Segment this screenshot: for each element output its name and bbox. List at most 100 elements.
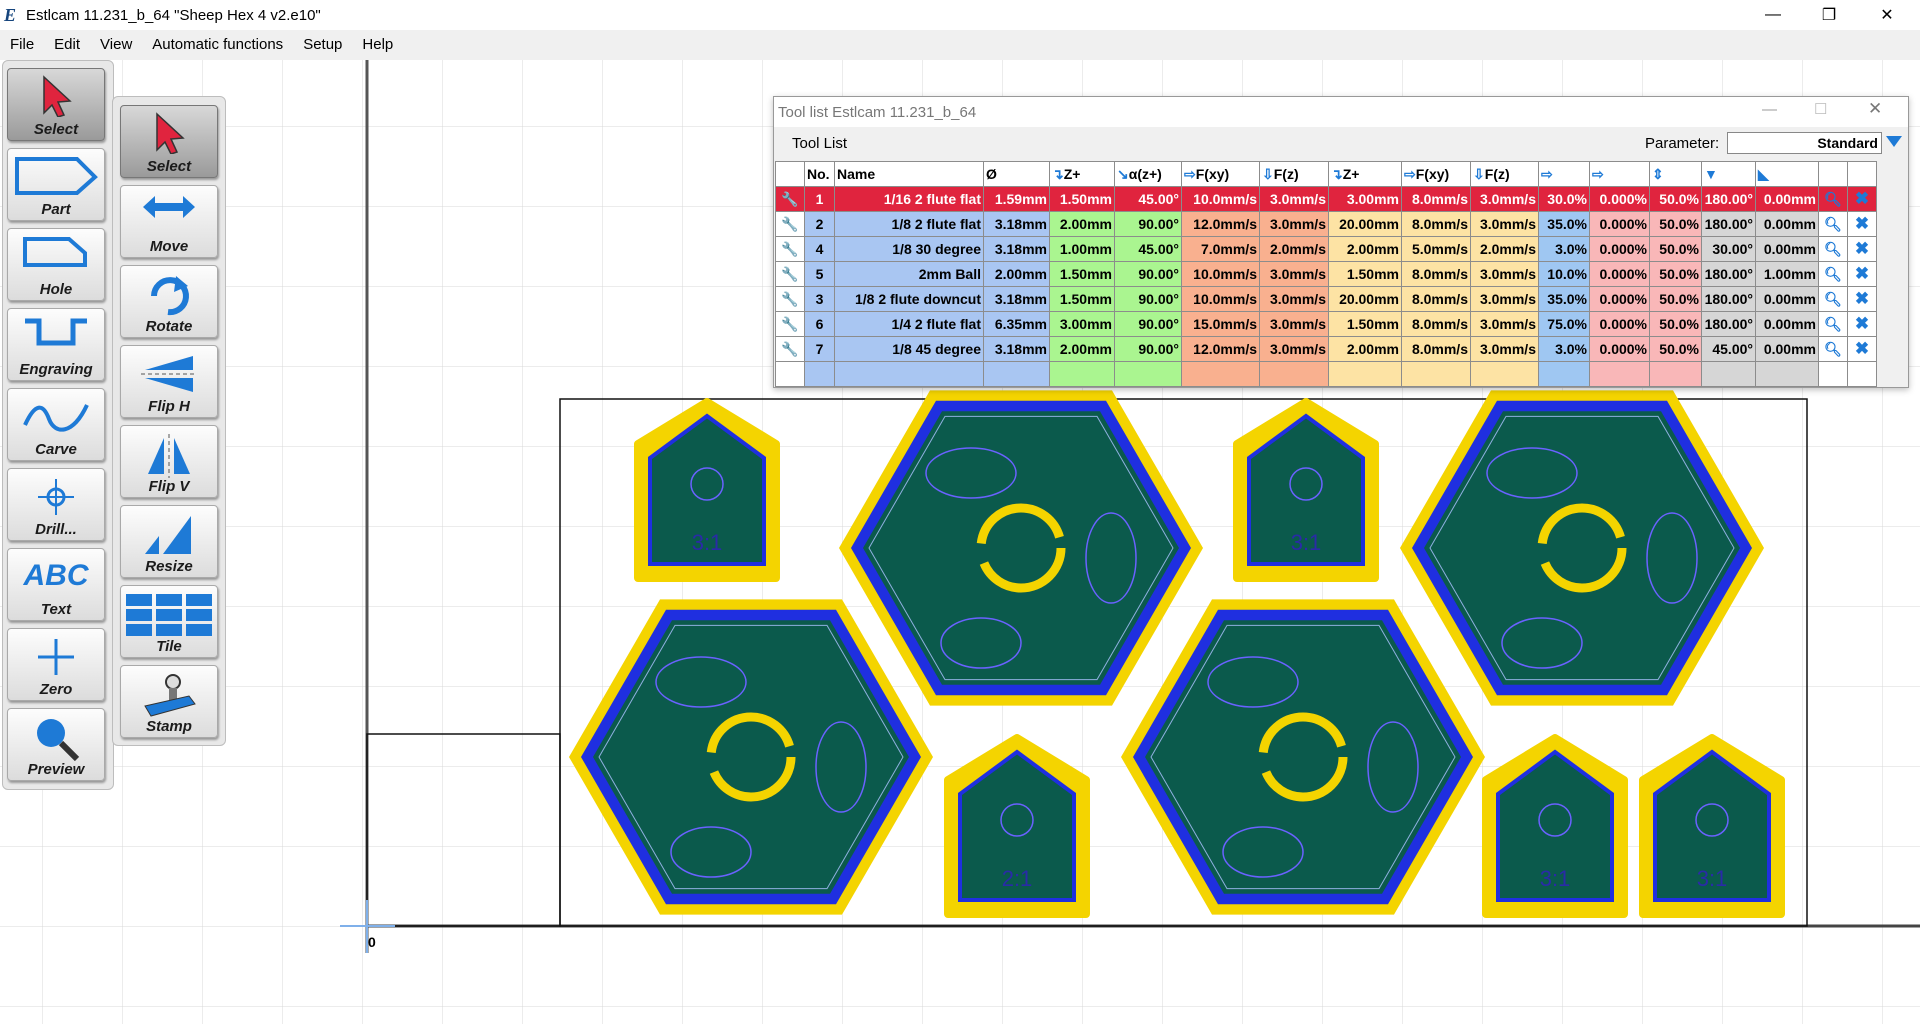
flip-h-tool-button[interactable]: Flip H: [120, 345, 218, 418]
column-header-3[interactable]: Ø: [983, 161, 1050, 187]
cell-p2[interactable]: [1589, 361, 1650, 387]
cell-p2[interactable]: 0.000%: [1589, 236, 1650, 262]
text-tool-button[interactable]: ABC Text: [7, 548, 105, 621]
cell-fz[interactable]: [1259, 361, 1329, 387]
cell-a[interactable]: 90.00°: [1114, 336, 1182, 362]
search-tool-icon[interactable]: 🔍︎: [1818, 286, 1848, 312]
parameter-dropdown-icon[interactable]: [1886, 136, 1902, 147]
cell-fz[interactable]: 2.0mm/s: [1259, 236, 1329, 262]
wrench-icon[interactable]: 🔧: [775, 236, 805, 262]
close-button[interactable]: ✕: [1858, 0, 1916, 30]
cell-no[interactable]: 4: [804, 236, 835, 262]
cell-off[interactable]: [1755, 361, 1819, 387]
cell-fz[interactable]: 3.0mm/s: [1259, 211, 1329, 237]
cell-fxy[interactable]: 7.0mm/s: [1181, 236, 1260, 262]
tool-table[interactable]: No. Name Ø ↴Z+ ↘α(z+) ⇨F(xy) ⇩F(z) ↴Z+ ⇨F(xy) ⇩F(…: [775, 161, 1877, 387]
cell-fz2[interactable]: 3.0mm/s: [1470, 211, 1539, 237]
cell-p3[interactable]: 50.0%: [1649, 311, 1702, 337]
column-header-14[interactable]: ▼: [1701, 161, 1756, 187]
cell-a[interactable]: 90.00°: [1114, 286, 1182, 312]
column-header-1[interactable]: No.: [804, 161, 835, 187]
cell-z2[interactable]: 1.50mm: [1328, 261, 1402, 287]
wrench-icon[interactable]: 🔧: [775, 261, 805, 287]
cell-p1[interactable]: 3.0%: [1538, 236, 1590, 262]
house-token[interactable]: 3:1: [1482, 734, 1628, 918]
column-header-11[interactable]: ⇨: [1538, 161, 1590, 187]
cell-p2[interactable]: 0.000%: [1589, 211, 1650, 237]
tool-row[interactable]: 🔧 2 1/8 2 flute flat 3.18mm 2.00mm 90.00° 12.0…: [775, 211, 1877, 237]
column-header-5[interactable]: ↘α(z+): [1114, 161, 1182, 187]
cell-a[interactable]: 90.00°: [1114, 211, 1182, 237]
cell-no[interactable]: 1: [804, 186, 835, 212]
cell-fxy[interactable]: 12.0mm/s: [1181, 211, 1260, 237]
cell-ang[interactable]: 180.00°: [1701, 261, 1756, 287]
cell-p1[interactable]: 75.0%: [1538, 311, 1590, 337]
delete-tool-icon[interactable]: ✖: [1847, 236, 1877, 262]
zero-tool-button[interactable]: Zero: [7, 628, 105, 701]
house-token[interactable]: 3:1: [634, 398, 780, 582]
column-header-6[interactable]: ⇨F(xy): [1181, 161, 1260, 187]
cell-d[interactable]: 3.18mm: [983, 336, 1050, 362]
cell-off[interactable]: 0.00mm: [1755, 336, 1819, 362]
column-header-12[interactable]: ⇨: [1589, 161, 1650, 187]
flip-v-tool-button[interactable]: Flip V: [120, 425, 218, 498]
search-tool-icon[interactable]: 🔍︎: [1818, 261, 1848, 287]
tool-list-minimize-button[interactable]: —: [1762, 101, 1777, 118]
cell-z2[interactable]: [1328, 361, 1402, 387]
cell-fxy2[interactable]: 8.0mm/s: [1401, 311, 1471, 337]
cell-p1[interactable]: [1538, 361, 1590, 387]
cell-d[interactable]: 3.18mm: [983, 211, 1050, 237]
cell-name[interactable]: 1/4 2 flute flat: [834, 311, 984, 337]
tool-list-window[interactable]: Tool list Estlcam 11.231_b_64 — ☐ ✕ Tool…: [773, 96, 1909, 388]
cell-fz2[interactable]: 3.0mm/s: [1470, 261, 1539, 287]
cell-fz2[interactable]: 2.0mm/s: [1470, 236, 1539, 262]
delete-tool-icon[interactable]: ✖: [1847, 336, 1877, 362]
cell-z[interactable]: 3.00mm: [1049, 311, 1115, 337]
cell-p2[interactable]: 0.000%: [1589, 186, 1650, 212]
tool-row[interactable]: [775, 361, 1877, 387]
cell-z[interactable]: 1.00mm: [1049, 236, 1115, 262]
wrench-icon[interactable]: 🔧: [775, 186, 805, 212]
tool-row[interactable]: 🔧 6 1/4 2 flute flat 6.35mm 3.00mm 90.00° 15.0…: [775, 311, 1877, 337]
house-token[interactable]: 3:1: [1233, 398, 1379, 582]
cell-fz2[interactable]: 3.0mm/s: [1470, 186, 1539, 212]
tool-row[interactable]: 🔧 1 1/16 2 flute flat 1.59mm 1.50mm 45.00° 10.…: [775, 186, 1877, 212]
tab-tool-list[interactable]: Tool List: [792, 135, 847, 152]
move-tool-button[interactable]: Move: [120, 185, 218, 258]
column-header-8[interactable]: ↴Z+: [1328, 161, 1402, 187]
cell-p3[interactable]: 50.0%: [1649, 336, 1702, 362]
cell-fz2[interactable]: 3.0mm/s: [1470, 286, 1539, 312]
cell-p3[interactable]: [1649, 361, 1702, 387]
cell-ang[interactable]: 180.00°: [1701, 211, 1756, 237]
tool-row[interactable]: 🔧 4 1/8 30 degree 3.18mm 1.00mm 45.00° 7.0mm/s…: [775, 236, 1877, 262]
cell-z[interactable]: 1.50mm: [1049, 261, 1115, 287]
tile-tool-button[interactable]: Tile: [120, 585, 218, 658]
cell-p1[interactable]: 3.0%: [1538, 336, 1590, 362]
cell-ang[interactable]: [1701, 361, 1756, 387]
cell-ang[interactable]: 30.00°: [1701, 236, 1756, 262]
cell-fxy[interactable]: 15.0mm/s: [1181, 311, 1260, 337]
column-header-16[interactable]: [1818, 161, 1848, 187]
cell-p3[interactable]: 50.0%: [1649, 286, 1702, 312]
cell-fz2[interactable]: 3.0mm/s: [1470, 336, 1539, 362]
menu-file[interactable]: File: [0, 30, 44, 60]
cell-p2[interactable]: 0.000%: [1589, 336, 1650, 362]
column-header-0[interactable]: [775, 161, 805, 187]
cell-fxy[interactable]: 10.0mm/s: [1181, 186, 1260, 212]
cell-z2[interactable]: 3.00mm: [1328, 186, 1402, 212]
preview-tool-button[interactable]: Preview: [7, 708, 105, 781]
house-token[interactable]: 3:1: [1639, 734, 1785, 918]
cell-p2[interactable]: 0.000%: [1589, 261, 1650, 287]
cell-a[interactable]: 90.00°: [1114, 261, 1182, 287]
search-tool-icon[interactable]: 🔍︎: [1818, 311, 1848, 337]
column-header-17[interactable]: [1847, 161, 1877, 187]
search-tool-icon[interactable]: 🔍︎: [1818, 336, 1848, 362]
cell-a[interactable]: 45.00°: [1114, 236, 1182, 262]
tool-row[interactable]: 🔧 3 1/8 2 flute downcut 3.18mm 1.50mm 90.00° 1…: [775, 286, 1877, 312]
cell-z2[interactable]: 20.00mm: [1328, 211, 1402, 237]
cell-fz2[interactable]: [1470, 361, 1539, 387]
delete-tool-icon[interactable]: ✖: [1847, 261, 1877, 287]
cell-a[interactable]: [1114, 361, 1182, 387]
cell-p1[interactable]: 35.0%: [1538, 286, 1590, 312]
cell-p2[interactable]: 0.000%: [1589, 311, 1650, 337]
